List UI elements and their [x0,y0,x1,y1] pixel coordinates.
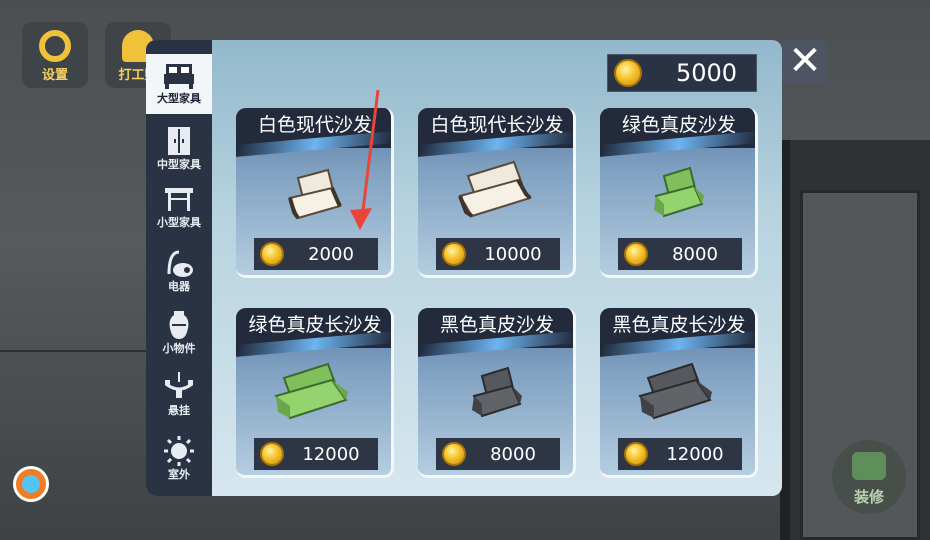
category-label: 室外 [168,468,190,481]
price-tag: 8000 [436,438,560,470]
vacuum-icon [167,250,193,277]
item-price: 12000 [666,443,724,465]
coin-icon [442,242,466,266]
shop-item-card[interactable]: 绿色真皮长沙发 12000 [236,308,394,478]
gear-icon [39,30,71,62]
settings-button[interactable]: 设置 [22,22,88,88]
black-leather-armchair-icon [472,366,522,418]
category-label: 小型家具 [157,216,201,229]
category-hanging[interactable]: 悬挂 [146,366,212,426]
shop-item-card[interactable]: 黑色真皮长沙发 12000 [600,308,758,478]
price-tag: 12000 [618,438,742,470]
coin-icon [614,59,642,87]
vase-icon [169,311,189,339]
item-name: 黑色真皮长沙发 [612,314,746,336]
coin-icon [442,442,466,466]
shop-item-card[interactable]: 绿色真皮沙发 8000 [600,108,758,278]
price-tag: 12000 [254,438,378,470]
decorate-button[interactable]: 装修 [832,440,906,514]
coin-icon [260,442,284,466]
category-label: 悬挂 [168,404,190,417]
category-medium-furniture[interactable]: 中型家具 [146,120,212,180]
green-leather-armchair-icon [654,166,704,218]
category-appliances[interactable]: 电器 [146,242,212,302]
bed-icon [164,64,194,89]
category-sidebar: 大型家具 中型家具 小型家具 电器 小物件 悬挂 室外 [146,40,212,496]
item-price: 8000 [490,443,536,465]
coin-icon [260,242,284,266]
category-outdoor[interactable]: 室外 [146,430,212,490]
price-tag: 2000 [254,238,378,270]
decorate-label: 装修 [853,488,884,506]
chandelier-icon [165,372,193,398]
item-price: 10000 [484,243,542,265]
category-small-furniture[interactable]: 小型家具 [146,178,212,238]
category-small-items[interactable]: 小物件 [146,304,212,364]
coin-balance: 5000 [607,54,757,92]
green-leather-sofa-icon [274,362,348,420]
wardrobe-icon [168,127,190,155]
item-name: 黑色真皮沙发 [439,314,554,336]
category-large-furniture[interactable]: 大型家具 [146,54,212,114]
category-label: 电器 [168,280,190,293]
white-modern-sofa-icon [458,160,532,218]
coin-icon [624,242,648,266]
item-name: 白色现代长沙发 [430,114,564,136]
item-name: 绿色真皮长沙发 [248,314,382,336]
category-label: 大型家具 [157,92,201,105]
close-button[interactable]: ✕ [782,40,828,84]
price-tag: 10000 [436,238,560,270]
price-tag: 8000 [618,238,742,270]
item-name: 绿色真皮沙发 [621,114,736,136]
shop-item-card[interactable]: 白色现代长沙发 10000 [418,108,576,278]
sun-icon [164,436,194,466]
support-float-button[interactable] [13,466,49,502]
shop-item-card[interactable]: 黑色真皮沙发 8000 [418,308,576,478]
item-price: 8000 [672,243,718,265]
table-icon [165,188,193,211]
phone-icon [22,475,40,493]
category-label: 中型家具 [157,158,201,171]
category-label: 小物件 [162,342,196,355]
sofa-icon [852,452,886,480]
settings-label: 设置 [41,68,68,83]
coin-icon [624,442,648,466]
item-price: 2000 [308,243,354,265]
item-price: 12000 [302,443,360,465]
coin-balance-value: 5000 [676,59,738,87]
black-leather-sofa-icon [638,362,712,420]
item-name: 白色现代沙发 [257,114,372,136]
